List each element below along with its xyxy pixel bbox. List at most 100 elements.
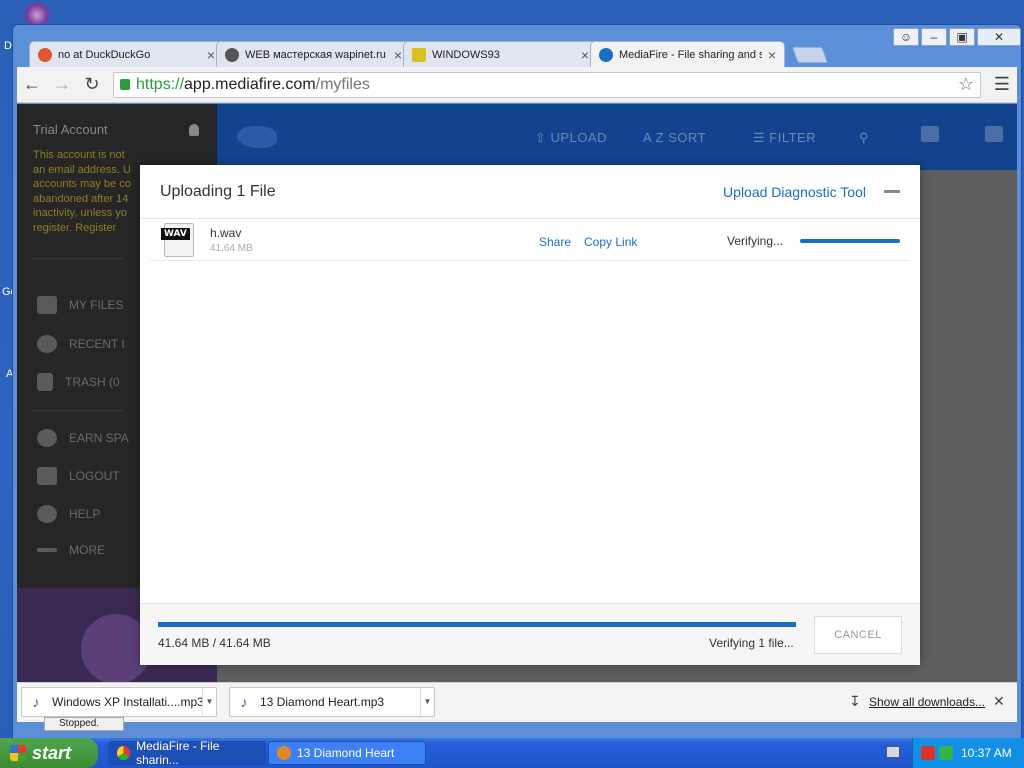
security-alert-icon[interactable]: [921, 746, 935, 760]
chevron-down-icon[interactable]: ▼: [420, 688, 434, 716]
search-icon[interactable]: ⚲: [859, 130, 869, 146]
page-content: Trial Account This account is not an ema…: [17, 104, 1017, 682]
account-title: Trial Account: [33, 122, 108, 137]
taskbar-item-media[interactable]: 13 Diamond Heart: [268, 741, 426, 765]
folder-icon: [37, 296, 57, 314]
upload-file-row: WAV h.wav 41.64 MB Share Copy Link Verif…: [150, 219, 910, 261]
url-path: /myfiles: [315, 75, 370, 93]
lock-icon: [120, 79, 130, 90]
browser-window: ☺ – ▣ ✕ no at DuckDuckGo × WEB мастерска…: [12, 24, 1022, 742]
close-tab-icon[interactable]: ×: [207, 47, 215, 63]
upload-arrow-icon: ⇧: [535, 130, 547, 145]
minimize-dialog-icon[interactable]: [884, 190, 900, 193]
keyboard-icon[interactable]: [886, 746, 900, 758]
warning-line: inactivity, unless yo: [33, 207, 127, 219]
browser-menu-icon[interactable]: ☰: [987, 74, 1017, 95]
tab-wapinet[interactable]: WEB мастерская wapinet.ru ×: [216, 41, 411, 67]
task-label: MediaFire - File sharin...: [136, 739, 220, 767]
register-link[interactable]: Register: [75, 222, 116, 234]
sidebar-item-logout[interactable]: LOGOUT: [37, 467, 120, 485]
address-bar[interactable]: https://app.mediafire.com/myfiles ☆: [113, 71, 981, 98]
wav-file-icon: WAV: [161, 223, 194, 257]
filter-lines-icon: ☰: [753, 130, 766, 145]
status-tooltip: Stopped.: [44, 717, 124, 731]
sidebar-item-recent[interactable]: RECENT I: [37, 335, 125, 353]
sort-az-icon: A Z: [643, 130, 665, 145]
sidebar-item-earn-space[interactable]: EARN SPA: [37, 429, 129, 447]
sidebar-item-label: LOGOUT: [69, 469, 120, 483]
copy-link[interactable]: Copy Link: [584, 235, 637, 249]
cancel-button[interactable]: CANCEL: [814, 616, 902, 654]
sidebar-item-label: MY FILES: [69, 298, 124, 312]
start-button[interactable]: start: [0, 738, 98, 768]
mediafire-logo-icon[interactable]: [237, 126, 277, 148]
sidebar-item-my-files[interactable]: MY FILES: [37, 296, 123, 314]
mediafire-icon: [599, 47, 613, 62]
windows-logo-icon: [10, 745, 26, 761]
sidebar-item-label: MORE: [69, 543, 105, 557]
warning-line: abandoned after 14: [33, 192, 129, 205]
download-shelf: ♪ Windows XP Installati....mp3 ▼ ♪ 13 Di…: [17, 682, 1017, 722]
sort-action[interactable]: A Z SORT: [643, 130, 706, 145]
close-tab-icon[interactable]: ×: [394, 47, 402, 63]
sidebar-item-label: HELP: [69, 507, 101, 521]
logout-icon: [37, 467, 57, 485]
download-icon: ↧: [849, 693, 861, 709]
tab-title: no at DuckDuckGo: [58, 48, 151, 61]
filter-action[interactable]: ☰ FILTER: [753, 130, 816, 146]
upload-dialog-title: Uploading 1 File: [160, 182, 276, 200]
tab-windows93[interactable]: WINDOWS93 ×: [403, 41, 598, 67]
tab-mediafire[interactable]: MediaFire - File sharing and s ×: [590, 41, 785, 67]
reload-icon[interactable]: ↻: [77, 74, 107, 95]
trash-icon: [37, 373, 53, 391]
bookmark-star-icon[interactable]: ☆: [958, 74, 974, 95]
sidebar-item-trash[interactable]: TRASH (0: [37, 373, 120, 391]
user-profile-button[interactable]: ☺: [893, 28, 919, 46]
warning-line: register.: [33, 221, 73, 234]
url-host: app.mediafire.com: [184, 75, 316, 93]
close-shelf-icon[interactable]: ✕: [993, 693, 1005, 710]
share-link[interactable]: Share: [539, 235, 571, 249]
chevron-down-icon[interactable]: ▼: [202, 688, 216, 716]
network-icon[interactable]: [939, 746, 953, 760]
task-label: 13 Diamond Heart: [297, 746, 395, 760]
grid-view-icon[interactable]: [985, 126, 1003, 142]
upload-dialog: Uploading 1 File Upload Diagnostic Tool …: [140, 165, 920, 665]
upload-action[interactable]: ⇧ UPLOAD: [535, 130, 607, 146]
sidebar-divider: [33, 410, 123, 411]
filter-label: FILTER: [769, 130, 817, 145]
forward-arrow-icon[interactable]: →: [47, 74, 77, 95]
progress-status: Verifying 1 file...: [709, 636, 794, 650]
progress-text: 41.64 MB / 41.64 MB: [158, 636, 271, 650]
overall-progress-fill: [158, 622, 796, 627]
download-item[interactable]: ♪ Windows XP Installati....mp3 ▼: [21, 687, 217, 717]
minimize-button[interactable]: –: [921, 28, 947, 46]
download-name: Windows XP Installati....mp3: [52, 695, 202, 709]
start-label: start: [32, 742, 72, 763]
warning-line: accounts may be co: [33, 178, 131, 190]
sort-label: SORT: [668, 130, 707, 145]
close-tab-icon[interactable]: ×: [768, 47, 776, 63]
bell-icon[interactable]: [189, 124, 199, 136]
plus-circle-icon: [37, 429, 57, 447]
upload-diagnostic-link[interactable]: Upload Diagnostic Tool: [723, 184, 866, 200]
duckduckgo-icon: [38, 47, 52, 62]
account-warning: This account is not an email address. U …: [33, 148, 133, 235]
sidebar-item-help[interactable]: HELP: [37, 505, 100, 523]
sidebar-item-more[interactable]: MORE: [37, 543, 105, 557]
close-tab-icon[interactable]: ×: [581, 47, 589, 63]
chrome-icon: [117, 746, 131, 760]
upload-label: UPLOAD: [550, 130, 607, 145]
download-item[interactable]: ♪ 13 Diamond Heart.mp3 ▼: [229, 687, 435, 717]
music-file-icon: ♪: [240, 694, 248, 710]
back-arrow-icon[interactable]: ←: [17, 74, 47, 95]
taskbar-item-chrome[interactable]: MediaFire - File sharin...: [108, 739, 266, 767]
sidebar-divider: [33, 258, 123, 259]
show-all-downloads-link[interactable]: Show all downloads...: [869, 695, 985, 709]
maximize-button[interactable]: ▣: [949, 28, 975, 46]
close-window-button[interactable]: ✕: [977, 28, 1021, 46]
tab-duckduckgo[interactable]: no at DuckDuckGo ×: [29, 41, 224, 67]
browser-toolbar: ← → ↻ https://app.mediafire.com/myfiles …: [17, 67, 1017, 103]
add-folder-icon[interactable]: [921, 126, 939, 142]
new-tab-button[interactable]: [792, 47, 828, 63]
